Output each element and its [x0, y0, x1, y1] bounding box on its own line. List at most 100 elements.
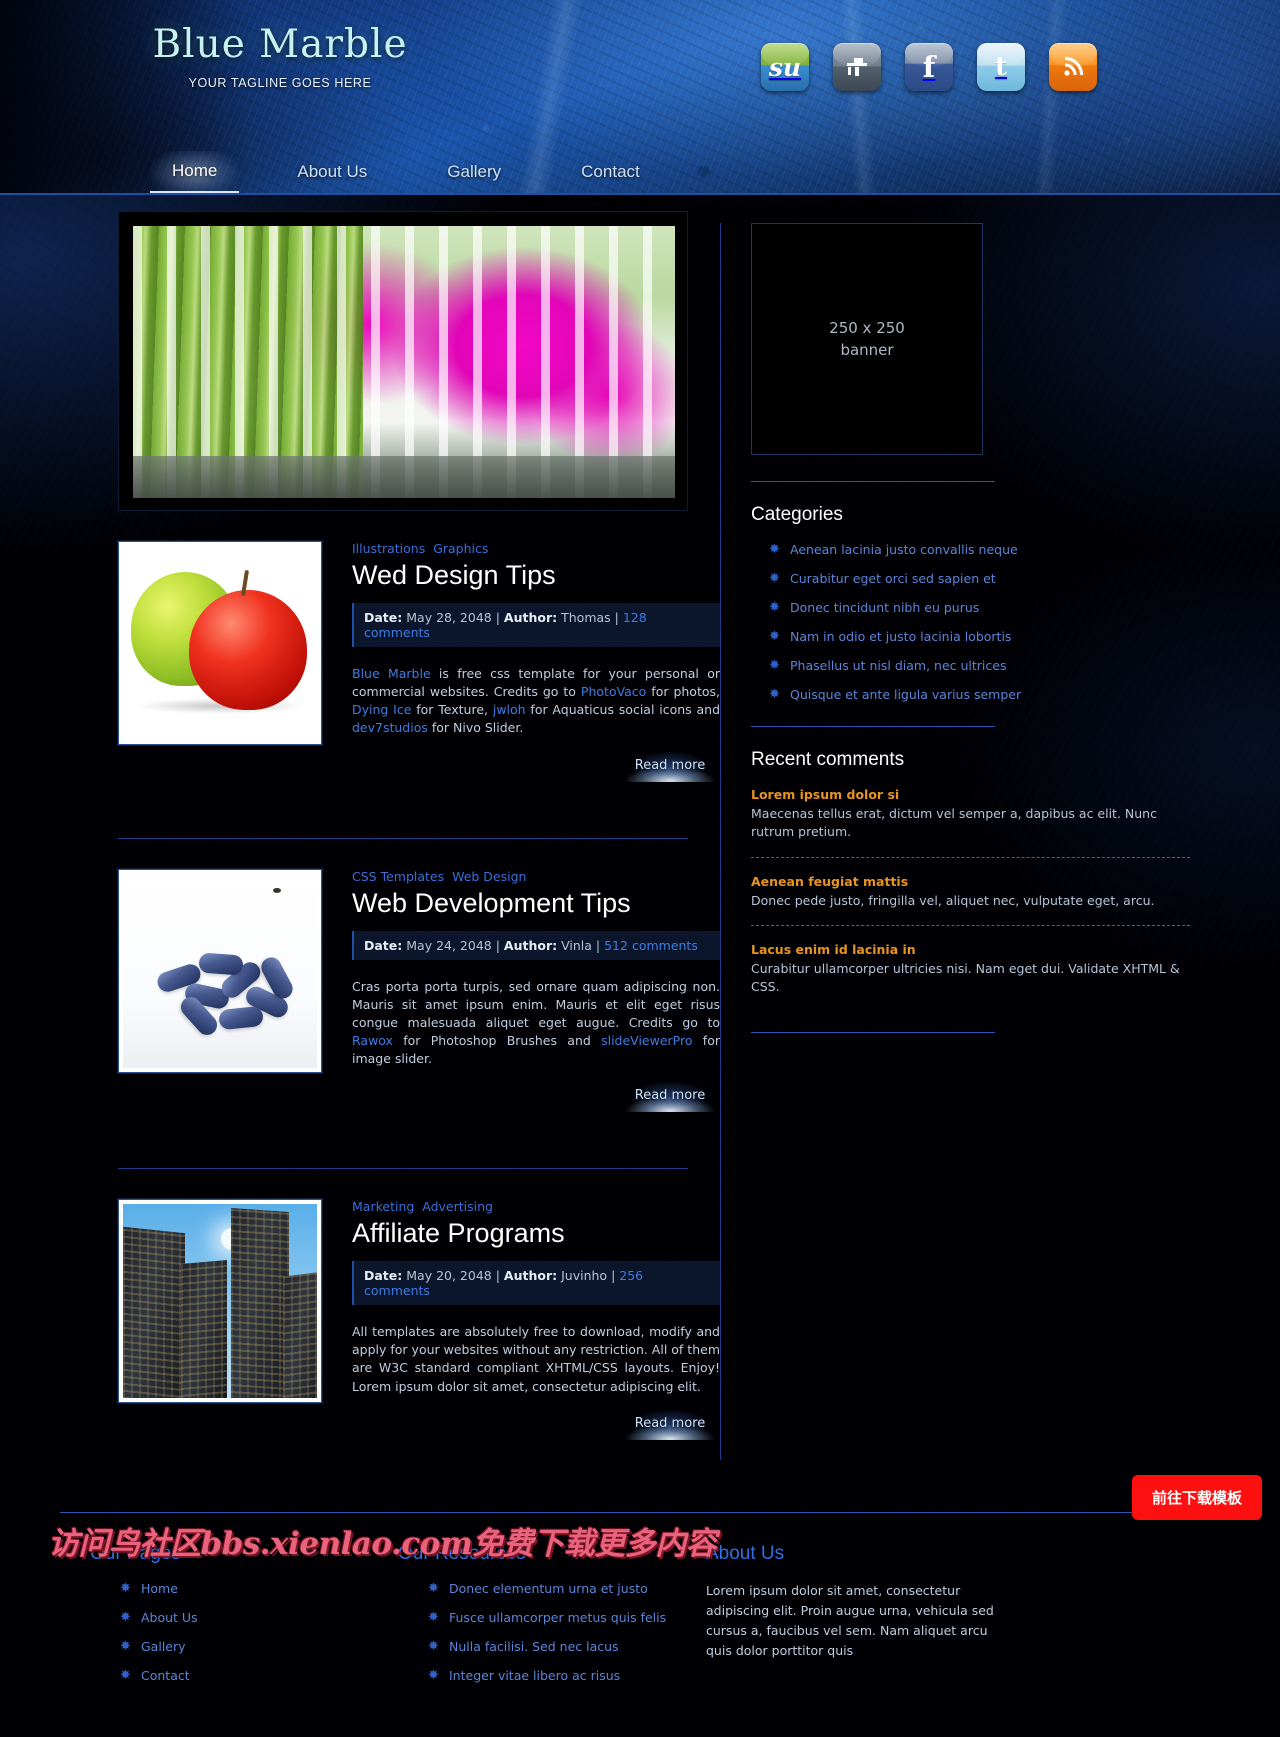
category-link[interactable]: Nam in odio et justo lacinia lobortis — [790, 629, 1011, 644]
inline-link[interactable]: Dying Ice — [352, 702, 411, 717]
red-apple — [189, 590, 307, 710]
download-template-button[interactable]: 前往下载模板 — [1131, 1475, 1262, 1520]
date-label: Date: — [364, 1268, 403, 1284]
list-item[interactable]: ✸ Integer vitae libero ac risus — [398, 1668, 706, 1683]
comment-item[interactable]: Lorem ipsum dolor si Maecenas tellus era… — [751, 787, 1190, 841]
featured-slider[interactable] — [118, 211, 688, 511]
comment-text: Curabitur ullamcorper ultricies nisi. Na… — [751, 961, 1180, 994]
twitter-icon[interactable]: t — [977, 43, 1025, 91]
inline-link[interactable]: dev7studios — [352, 720, 428, 735]
list-item[interactable]: ✸ Donec tincidunt nibh eu purus — [751, 600, 1190, 615]
list-item[interactable]: ✸ Gallery — [90, 1639, 398, 1654]
list-item[interactable]: ✸ Fusce ullamcorper metus quis felis — [398, 1610, 706, 1625]
building — [123, 1226, 185, 1399]
content-wrapper: Illustrations, Graphics Wed Design Tips … — [60, 195, 1220, 1460]
categories-list: ✸ Aenean lacinia justo convallis neque ✸ C… — [751, 542, 1190, 702]
category-link[interactable]: Donec tincidunt nibh eu purus — [790, 600, 979, 615]
nav-item-gallery[interactable]: Gallery — [425, 152, 523, 192]
post-category-link[interactable]: Illustrations — [352, 541, 425, 556]
star-bullet-icon: ✸ — [769, 600, 780, 615]
post-category-link[interactable]: Graphics — [433, 541, 488, 556]
inline-link[interactable]: jwloh — [493, 702, 526, 717]
read-more-button[interactable]: Read more — [620, 1409, 720, 1440]
list-item[interactable]: ✸ About Us — [90, 1610, 398, 1625]
facebook-icon[interactable]: f — [905, 43, 953, 91]
rss-glyph — [1064, 56, 1084, 76]
footer-link[interactable]: Integer vitae libero ac risus — [449, 1668, 620, 1683]
thumbnail-image-pills — [123, 873, 317, 1068]
list-item[interactable]: ✸ Phasellus ut nisl diam, nec ultrices — [751, 658, 1190, 673]
delicious-icon[interactable] — [833, 43, 881, 91]
list-item[interactable]: ✸ Quisque et ante ligula varius semper — [751, 687, 1190, 702]
post-date: May 24, 2048 — [406, 937, 492, 953]
footer-link[interactable]: Fusce ullamcorper metus quis felis — [449, 1610, 666, 1625]
meta-sep: | — [614, 610, 619, 625]
category-link[interactable]: Curabitur eget orci sed sapien et — [790, 571, 996, 586]
post-categories: Illustrations, Graphics — [352, 541, 720, 556]
post-thumbnail[interactable] — [118, 868, 322, 1073]
comment-text: Donec pede justo, fringilla vel, aliquet… — [751, 892, 1155, 908]
nav-item-home[interactable]: Home — [150, 151, 240, 193]
post-category-link[interactable]: Web Design — [452, 869, 526, 884]
footer-link[interactable]: Contact — [141, 1668, 190, 1683]
rss-icon[interactable] — [1049, 43, 1097, 91]
category-link[interactable]: Phasellus ut nisl diam, nec ultrices — [790, 658, 1006, 673]
footer-column-our-pages: Our Pages ✸ Home ✸ About Us ✸ Gallery ✸ Cont… — [90, 1543, 398, 1697]
list-item[interactable]: ✸ Nam in odio et justo lacinia lobortis — [751, 629, 1190, 644]
twitter-glyph: t — [994, 52, 1007, 82]
list-item[interactable]: ✸ Home — [90, 1581, 398, 1596]
footer-link[interactable]: Home — [141, 1581, 178, 1596]
footer-link[interactable]: Donec elementum urna et justo — [449, 1581, 648, 1596]
list-item[interactable]: ✸ Contact — [90, 1668, 398, 1683]
inline-link[interactable]: slideViewerPro — [601, 1033, 692, 1048]
post-meta: Date: May 24, 2048 | Author: Vinla | 512… — [352, 930, 720, 960]
post-comments-link[interactable]: 512 comments — [604, 938, 698, 953]
read-more-button[interactable]: Read more — [620, 1082, 720, 1113]
post-thumbnail[interactable] — [118, 541, 322, 745]
inline-text: for Nivo Slider. — [427, 720, 524, 736]
comment-title[interactable]: Lorem ipsum dolor si — [751, 787, 1190, 802]
inline-link[interactable]: PhotoVaco — [581, 684, 646, 699]
meta-sep: | — [495, 937, 500, 953]
banner-placeholder[interactable]: 250 x 250 banner — [751, 223, 983, 455]
star-bullet-icon: ✸ — [120, 1580, 131, 1596]
post-category-link[interactable]: CSS Templates — [352, 869, 444, 884]
post-body: CSS Templates, Web Design Web Developmen… — [322, 869, 720, 1133]
star-bullet-icon: ✸ — [120, 1638, 131, 1654]
post-item: Illustrations, Graphics Wed Design Tips … — [90, 511, 720, 802]
list-item[interactable]: ✸ Nulla facilisi. Sed nec lacus — [398, 1639, 706, 1654]
comment-title[interactable]: Lacus enim id lacinia in — [751, 942, 1190, 957]
inline-link[interactable]: Rawox — [352, 1033, 393, 1048]
inline-link[interactable]: Blue Marble — [352, 666, 431, 681]
categories-heading: Categories — [751, 504, 843, 525]
footer-link[interactable]: Gallery — [141, 1639, 186, 1654]
list-item[interactable]: ✸ Donec elementum urna et justo — [398, 1581, 706, 1596]
nav-item-about-us[interactable]: About Us — [275, 152, 389, 192]
nav-item-contact[interactable]: Contact — [559, 152, 662, 192]
post-title[interactable]: Web Development Tips — [352, 888, 720, 919]
footer-link[interactable]: About Us — [141, 1610, 198, 1625]
social-links: su f t — [761, 43, 1097, 91]
post-title[interactable]: Wed Design Tips — [352, 560, 720, 591]
building — [231, 1208, 289, 1399]
list-item[interactable]: ✸ Aenean lacinia justo convallis neque — [751, 542, 1190, 557]
stumbleupon-icon[interactable]: su — [761, 43, 809, 91]
comment-title[interactable]: Aenean feugiat mattis — [751, 874, 1190, 889]
comment-item[interactable]: Aenean feugiat mattis Donec pede justo, … — [751, 874, 1190, 910]
footer-link[interactable]: Nulla facilisi. Sed nec lacus — [449, 1639, 619, 1654]
brand: Blue Marble YOUR TAGLINE GOES HERE — [0, 22, 560, 90]
post-category-link[interactable]: Marketing — [352, 1199, 414, 1214]
list-item[interactable]: ✸ Curabitur eget orci sed sapien et — [751, 571, 1190, 586]
date-label: Date: — [364, 610, 403, 625]
read-more-row: Read more — [352, 738, 720, 802]
post-title[interactable]: Affiliate Programs — [352, 1218, 720, 1249]
site-title: Blue Marble — [152, 22, 408, 67]
post-category-link[interactable]: Advertising — [422, 1199, 493, 1214]
category-link[interactable]: Quisque et ante ligula varius semper — [790, 687, 1021, 702]
comment-item[interactable]: Lacus enim id lacinia in Curabitur ullam… — [751, 942, 1190, 996]
category-link[interactable]: Aenean lacinia justo convallis neque — [790, 542, 1018, 557]
post-thumbnail[interactable] — [118, 1199, 322, 1404]
star-bullet-icon: ✸ — [428, 1609, 439, 1625]
read-more-button[interactable]: Read more — [620, 751, 720, 782]
read-more-row: Read more — [352, 1396, 720, 1460]
